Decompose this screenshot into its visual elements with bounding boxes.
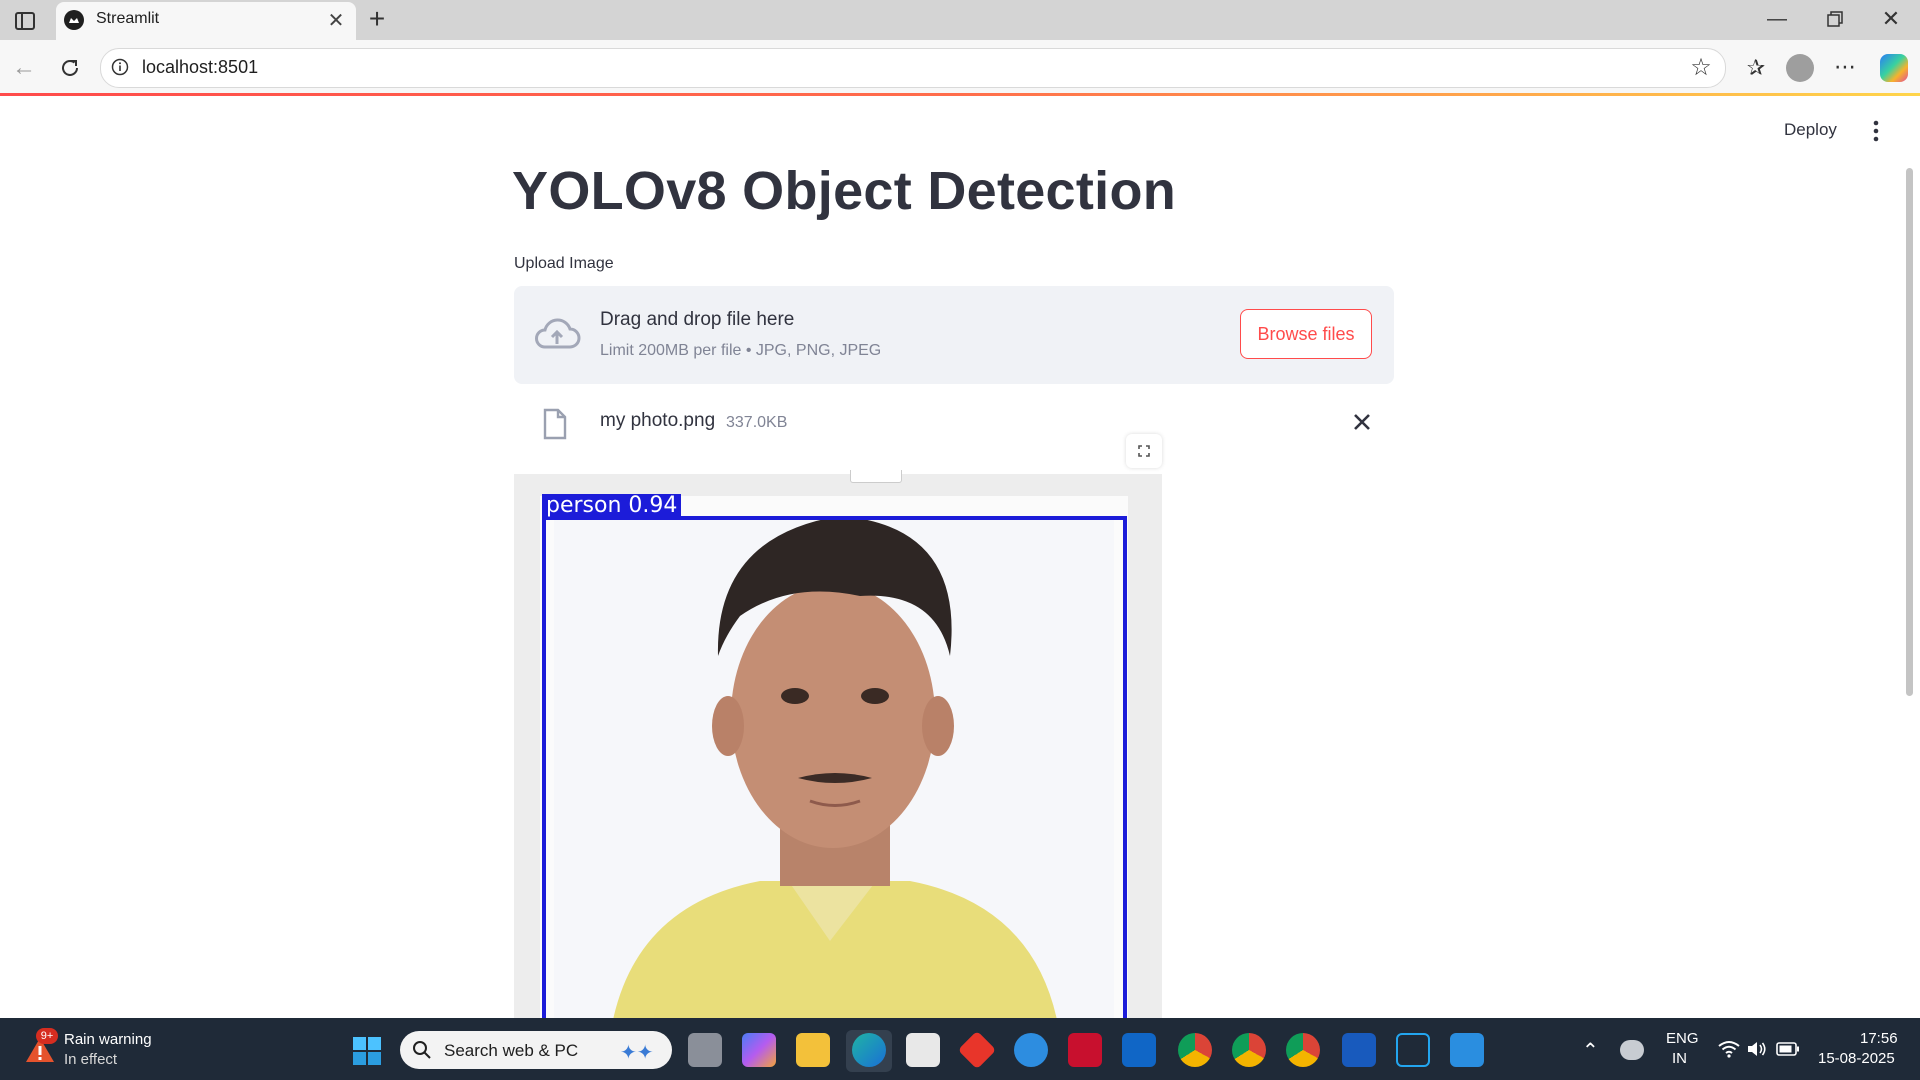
battery-icon[interactable] <box>1776 1042 1800 1061</box>
wifi-icon[interactable] <box>1718 1040 1740 1063</box>
copilot-taskbar-icon[interactable] <box>742 1033 776 1067</box>
vscode-icon[interactable] <box>1396 1033 1430 1067</box>
edge-browser-icon[interactable] <box>852 1033 886 1067</box>
bounding-box-label: person 0.94 <box>542 494 682 518</box>
uploaded-file-name: my photo.png <box>600 410 716 431</box>
favorite-star-icon[interactable]: ☆ <box>1688 54 1714 81</box>
search-sparkle-icon: ✦✦ <box>620 1042 654 1064</box>
more-menu-icon[interactable]: ⋯ <box>1830 52 1860 82</box>
weather-subtitle: In effect <box>64 1051 118 1068</box>
streamlit-favicon-icon <box>64 10 84 30</box>
page-title: YOLOv8 Object Detection <box>512 161 1177 221</box>
volume-icon[interactable] <box>1746 1040 1768 1063</box>
outlook-icon[interactable] <box>1122 1033 1156 1067</box>
search-icon <box>412 1040 432 1060</box>
cloud-upload-icon <box>532 315 582 355</box>
photos-icon[interactable] <box>1450 1033 1484 1067</box>
main-menu-icon[interactable] <box>1866 118 1886 144</box>
show-hidden-icons-icon[interactable]: ⌃ <box>1582 1038 1599 1063</box>
language-top[interactable]: ENG <box>1666 1030 1699 1047</box>
url-text[interactable]: localhost:8501 <box>142 57 258 78</box>
address-bar[interactable] <box>100 48 1726 88</box>
copilot-icon[interactable] <box>1880 54 1908 82</box>
search-placeholder: Search web & PC <box>444 1041 579 1060</box>
window-close-icon[interactable]: ✕ <box>1876 6 1906 32</box>
deploy-button[interactable]: Deploy <box>1784 120 1837 140</box>
minimize-icon[interactable]: — <box>1762 6 1792 32</box>
file-explorer-icon[interactable] <box>796 1033 830 1067</box>
word-icon[interactable] <box>1342 1033 1376 1067</box>
uploaded-file-size: 337.0KB <box>726 414 788 431</box>
site-info-icon[interactable] <box>110 57 130 77</box>
weather-badge: 9+ <box>36 1028 58 1044</box>
image-toolbar-tab <box>850 470 902 483</box>
onedrive-icon[interactable] <box>1620 1040 1644 1060</box>
reload-icon[interactable] <box>56 54 84 82</box>
weather-title: Rain warning <box>64 1031 152 1048</box>
bounding-box <box>542 516 1127 1036</box>
help-icon[interactable] <box>1014 1033 1048 1067</box>
page-scrollbar[interactable] <box>1906 168 1913 696</box>
favorites-icon[interactable]: ✰ <box>1742 54 1770 82</box>
clock-date[interactable]: 15-08-2025 <box>1818 1050 1895 1067</box>
chrome-profile-2-icon[interactable] <box>1232 1033 1266 1067</box>
tab-title: Streamlit <box>96 10 160 27</box>
back-icon[interactable]: ← <box>10 54 38 82</box>
chrome-profile-3-icon[interactable] <box>1286 1033 1320 1067</box>
restore-icon[interactable] <box>1820 6 1850 32</box>
new-tab-icon[interactable]: + <box>364 3 390 34</box>
task-view-icon[interactable] <box>688 1033 722 1067</box>
browse-files-button[interactable]: Browse files <box>1240 309 1372 359</box>
chrome-profile-1-icon[interactable] <box>1178 1033 1212 1067</box>
tab-actions-icon[interactable] <box>12 8 38 34</box>
dropzone-subtitle: Limit 200MB per file • JPG, PNG, JPEG <box>600 342 882 359</box>
clock-time[interactable]: 17:56 <box>1860 1030 1898 1047</box>
microsoft-store-icon[interactable] <box>906 1033 940 1067</box>
remove-file-icon[interactable] <box>1350 410 1374 434</box>
windows-start-icon[interactable] <box>352 1036 382 1066</box>
profile-avatar-icon[interactable] <box>1786 54 1814 82</box>
language-bottom[interactable]: IN <box>1672 1050 1687 1067</box>
mcafee-icon[interactable] <box>1068 1033 1102 1067</box>
upload-label: Upload Image <box>514 255 614 272</box>
file-icon <box>542 408 568 440</box>
fullscreen-button[interactable] <box>1126 434 1162 468</box>
dropzone-title: Drag and drop file here <box>600 309 795 330</box>
tab-close-icon[interactable]: ✕ <box>326 10 346 32</box>
